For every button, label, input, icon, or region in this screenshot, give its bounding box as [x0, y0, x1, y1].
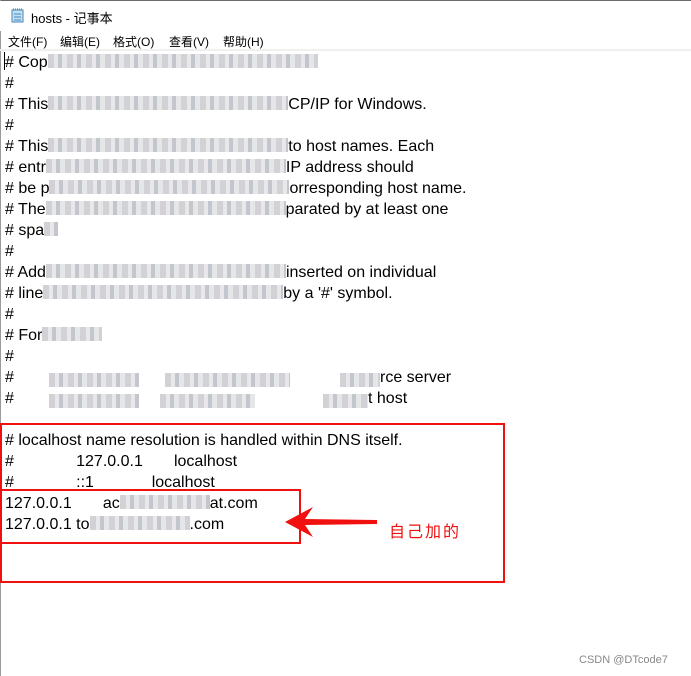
editor-line: # [5, 346, 14, 367]
line-text: to host names. Each [288, 138, 435, 155]
line-text: by a '#' symbol. [283, 285, 393, 302]
annotation-note: 自己加的 [389, 522, 462, 541]
editor-line: # [5, 241, 14, 262]
line-text: # be p [5, 180, 50, 197]
title-bar[interactable]: hosts - 记事本 [0, 1, 691, 31]
redacted-text [48, 138, 289, 153]
redacted-text [49, 373, 139, 387]
line-text: orresponding host name. [289, 180, 467, 197]
editor-line: # [5, 115, 14, 136]
line-text: # [5, 117, 14, 134]
redacted-text [160, 394, 255, 408]
editor-line: # The parated by at least one [5, 199, 448, 220]
editor-line: # [5, 73, 14, 94]
line-text: # [5, 348, 14, 365]
redacted-text [47, 54, 318, 69]
line-text: parated by at least one [285, 201, 449, 218]
line-text: # For [5, 327, 43, 344]
line-text: # The [5, 201, 46, 218]
menu-file[interactable]: 文件(F) [8, 33, 47, 50]
redacted-text [45, 264, 286, 279]
redacted-text [49, 394, 139, 408]
redacted-text [43, 285, 284, 300]
editor-line: # Add inserted on individual [5, 262, 436, 283]
redacted-text [48, 96, 289, 111]
editor-line: # For [5, 325, 103, 346]
editor-line: # t host [5, 388, 407, 409]
redacted-text [165, 373, 290, 387]
window-title: hosts - 记事本 [31, 11, 113, 26]
line-text: rce server [380, 369, 452, 386]
editor-line: # [5, 304, 14, 325]
line-text: # [5, 369, 14, 386]
line-text: # Cop [5, 54, 48, 71]
menu-bar: 文件(F) 编辑(E) 格式(O) 查看(V) 帮助(H) [0, 31, 691, 50]
redacted-text [45, 201, 286, 216]
watermark: CSDN @DTcode7 [579, 654, 668, 666]
editor-line: # spa [5, 220, 59, 241]
redacted-text [45, 159, 286, 174]
line-text: CP/IP for Windows. [288, 96, 427, 113]
line-text: # line [5, 285, 44, 302]
line-text: # This [5, 96, 49, 113]
line-text: # [5, 390, 14, 407]
redacted-text [49, 180, 290, 195]
line-text: # spa [5, 222, 45, 239]
menu-format[interactable]: 格式(O) [113, 33, 154, 50]
editor-line: # be p orresponding host name. [5, 178, 466, 199]
editor-line: # line by a '#' symbol. [5, 283, 393, 304]
menu-help[interactable]: 帮助(H) [223, 33, 264, 50]
line-text: # [5, 75, 14, 92]
redacted-text [323, 394, 368, 408]
line-text: t host [368, 390, 408, 407]
editor-line: # This to host names. Each [5, 136, 434, 157]
editor-line: # This CP/IP for Windows. [5, 94, 427, 115]
highlight-box-custom-entries [0, 489, 301, 544]
menu-edit[interactable]: 编辑(E) [60, 33, 100, 50]
line-text: # Add [5, 264, 46, 281]
redacted-text [44, 222, 59, 237]
line-text: inserted on individual [285, 264, 437, 281]
line-text: IP address should [285, 159, 414, 176]
menu-view[interactable]: 查看(V) [169, 33, 209, 50]
redacted-text [340, 373, 380, 387]
line-text: # This [5, 138, 49, 155]
editor-line: # rce server [5, 367, 451, 388]
line-text: # [5, 243, 14, 260]
editor-line: # Cop [5, 52, 318, 73]
redacted-text [42, 327, 103, 342]
line-text: # entr [5, 159, 46, 176]
line-text: # [5, 306, 14, 323]
notepad-icon [11, 8, 24, 23]
red-arrow-icon [285, 507, 377, 537]
editor-line: # entr IP address should [5, 157, 414, 178]
